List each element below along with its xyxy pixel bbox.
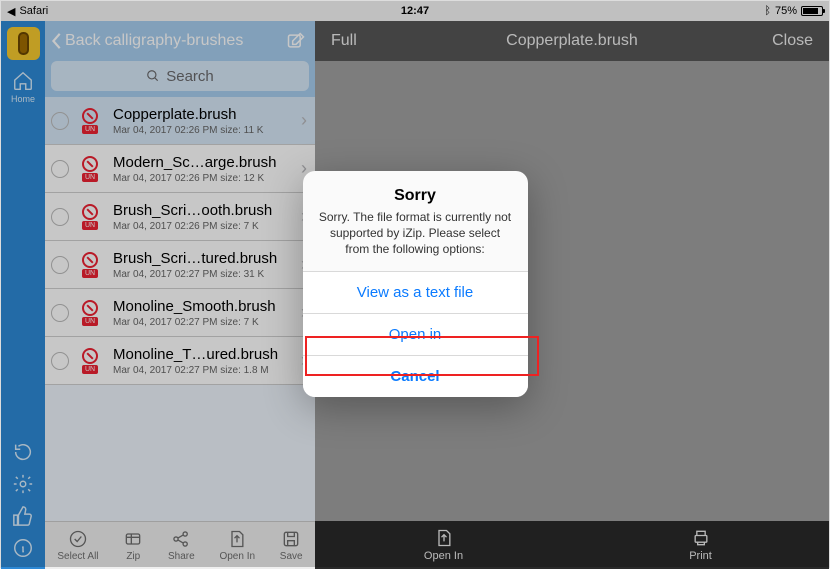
dialog-title: Sorry <box>317 187 514 205</box>
unsupported-format-dialog: Sorry Sorry. The file format is currentl… <box>303 171 528 398</box>
dialog-view-as-text-button[interactable]: View as a text file <box>303 271 528 313</box>
dialog-cancel-button[interactable]: Cancel <box>303 355 528 397</box>
dialog-message: Sorry. The file format is currently not … <box>317 209 514 258</box>
modal-overlay: Sorry Sorry. The file format is currentl… <box>1 1 829 567</box>
dialog-open-in-button[interactable]: Open in <box>303 313 528 355</box>
